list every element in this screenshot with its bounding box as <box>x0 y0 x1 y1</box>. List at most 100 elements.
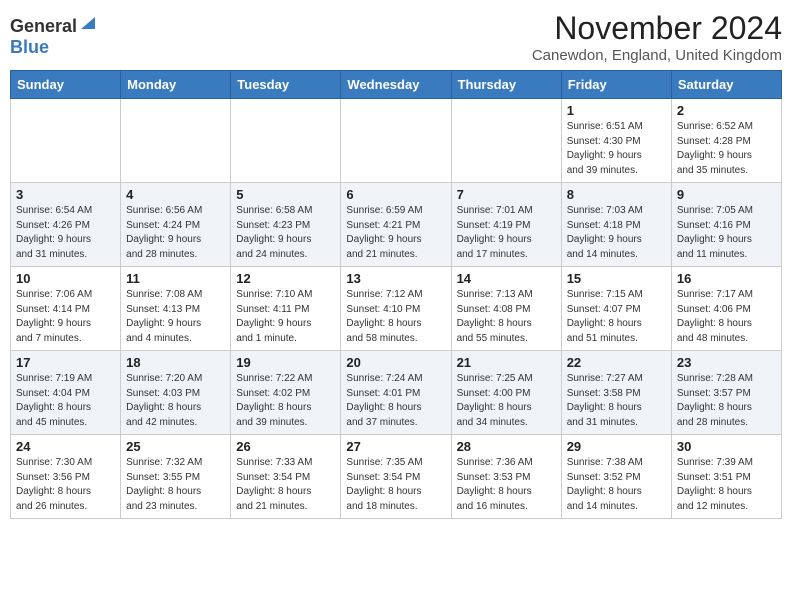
day-number: 12 <box>236 271 335 286</box>
day-info: Sunrise: 7:17 AM Sunset: 4:06 PM Dayligh… <box>677 288 776 346</box>
col-header-sunday: Sunday <box>11 71 121 99</box>
col-header-friday: Friday <box>561 71 671 99</box>
calendar-cell: 20 Sunrise: 7:24 AM Sunset: 4:01 PM Dayli… <box>341 351 451 435</box>
day-info: Sunrise: 7:25 AM Sunset: 4:00 PM Dayligh… <box>457 372 556 430</box>
title-area: November 2024 Canewdon, England, United … <box>532 10 782 64</box>
calendar-cell <box>231 99 341 183</box>
day-info: Sunrise: 7:22 AM Sunset: 4:02 PM Dayligh… <box>236 372 335 430</box>
day-info: Sunrise: 7:12 AM Sunset: 4:10 PM Dayligh… <box>346 288 445 346</box>
day-info: Sunrise: 7:33 AM Sunset: 3:54 PM Dayligh… <box>236 456 335 514</box>
col-header-saturday: Saturday <box>671 71 781 99</box>
day-number: 25 <box>126 439 225 454</box>
day-info: Sunrise: 7:30 AM Sunset: 3:56 PM Dayligh… <box>16 456 115 514</box>
day-number: 16 <box>677 271 776 286</box>
day-number: 15 <box>567 271 666 286</box>
day-info: Sunrise: 7:05 AM Sunset: 4:16 PM Dayligh… <box>677 204 776 262</box>
day-info: Sunrise: 7:35 AM Sunset: 3:54 PM Dayligh… <box>346 456 445 514</box>
day-number: 1 <box>567 103 666 118</box>
day-number: 29 <box>567 439 666 454</box>
calendar-cell: 26 Sunrise: 7:33 AM Sunset: 3:54 PM Dayli… <box>231 435 341 519</box>
day-number: 8 <box>567 187 666 202</box>
day-number: 27 <box>346 439 445 454</box>
day-info: Sunrise: 7:20 AM Sunset: 4:03 PM Dayligh… <box>126 372 225 430</box>
calendar-cell: 30 Sunrise: 7:39 AM Sunset: 3:51 PM Dayli… <box>671 435 781 519</box>
day-info: Sunrise: 7:01 AM Sunset: 4:19 PM Dayligh… <box>457 204 556 262</box>
calendar-cell: 15 Sunrise: 7:15 AM Sunset: 4:07 PM Dayli… <box>561 267 671 351</box>
col-header-tuesday: Tuesday <box>231 71 341 99</box>
calendar-cell: 29 Sunrise: 7:38 AM Sunset: 3:52 PM Dayli… <box>561 435 671 519</box>
day-info: Sunrise: 7:06 AM Sunset: 4:14 PM Dayligh… <box>16 288 115 346</box>
day-info: Sunrise: 7:39 AM Sunset: 3:51 PM Dayligh… <box>677 456 776 514</box>
calendar-cell: 25Sunrise: 7:32 AM Sunset: 3:55 PM Dayli… <box>121 435 231 519</box>
day-number: 26 <box>236 439 335 454</box>
day-number: 6 <box>346 187 445 202</box>
day-number: 4 <box>126 187 225 202</box>
calendar-cell: 23 Sunrise: 7:28 AM Sunset: 3:57 PM Dayli… <box>671 351 781 435</box>
day-number: 18 <box>126 355 225 370</box>
day-number: 14 <box>457 271 556 286</box>
col-header-thursday: Thursday <box>451 71 561 99</box>
title-month: November 2024 <box>532 10 782 47</box>
calendar-table: SundayMondayTuesdayWednesdayThursdayFrid… <box>10 70 782 519</box>
day-number: 7 <box>457 187 556 202</box>
day-number: 19 <box>236 355 335 370</box>
calendar-cell: 8 Sunrise: 7:03 AM Sunset: 4:18 PM Daylig… <box>561 183 671 267</box>
calendar-cell: 10 Sunrise: 7:06 AM Sunset: 4:14 PM Dayli… <box>11 267 121 351</box>
day-number: 9 <box>677 187 776 202</box>
title-location: Canewdon, England, United Kingdom <box>532 47 782 64</box>
logo-general: General <box>10 16 77 37</box>
calendar-cell: 9 Sunrise: 7:05 AM Sunset: 4:16 PM Daylig… <box>671 183 781 267</box>
day-number: 10 <box>16 271 115 286</box>
day-info: Sunrise: 7:10 AM Sunset: 4:11 PM Dayligh… <box>236 288 335 346</box>
calendar-cell: 13Sunrise: 7:12 AM Sunset: 4:10 PM Dayli… <box>341 267 451 351</box>
calendar-cell <box>121 99 231 183</box>
day-number: 20 <box>346 355 445 370</box>
calendar-cell: 28 Sunrise: 7:36 AM Sunset: 3:53 PM Dayli… <box>451 435 561 519</box>
day-info: Sunrise: 6:58 AM Sunset: 4:23 PM Dayligh… <box>236 204 335 262</box>
day-info: Sunrise: 7:27 AM Sunset: 3:58 PM Dayligh… <box>567 372 666 430</box>
page-header: General Blue November 2024 Canewdon, Eng… <box>10 10 782 64</box>
day-number: 28 <box>457 439 556 454</box>
day-number: 24 <box>16 439 115 454</box>
calendar-cell: 18 Sunrise: 7:20 AM Sunset: 4:03 PM Dayli… <box>121 351 231 435</box>
col-header-monday: Monday <box>121 71 231 99</box>
day-info: Sunrise: 7:03 AM Sunset: 4:18 PM Dayligh… <box>567 204 666 262</box>
day-info: Sunrise: 7:38 AM Sunset: 3:52 PM Dayligh… <box>567 456 666 514</box>
day-number: 23 <box>677 355 776 370</box>
day-info: Sunrise: 7:13 AM Sunset: 4:08 PM Dayligh… <box>457 288 556 346</box>
calendar-cell: 3 Sunrise: 6:54 AM Sunset: 4:26 PM Daylig… <box>11 183 121 267</box>
day-number: 21 <box>457 355 556 370</box>
day-info: Sunrise: 7:24 AM Sunset: 4:01 PM Dayligh… <box>346 372 445 430</box>
day-number: 30 <box>677 439 776 454</box>
calendar-cell <box>11 99 121 183</box>
logo: General Blue <box>10 16 97 58</box>
calendar-cell: 19 Sunrise: 7:22 AM Sunset: 4:02 PM Dayli… <box>231 351 341 435</box>
logo-triangle-icon <box>79 13 97 36</box>
calendar-cell: 22 Sunrise: 7:27 AM Sunset: 3:58 PM Dayli… <box>561 351 671 435</box>
calendar-cell <box>341 99 451 183</box>
day-info: Sunrise: 7:15 AM Sunset: 4:07 PM Dayligh… <box>567 288 666 346</box>
day-info: Sunrise: 7:08 AM Sunset: 4:13 PM Dayligh… <box>126 288 225 346</box>
day-info: Sunrise: 6:59 AM Sunset: 4:21 PM Dayligh… <box>346 204 445 262</box>
calendar-cell: 17 Sunrise: 7:19 AM Sunset: 4:04 PM Dayli… <box>11 351 121 435</box>
day-info: Sunrise: 6:51 AM Sunset: 4:30 PM Dayligh… <box>567 120 666 178</box>
day-info: Sunrise: 7:28 AM Sunset: 3:57 PM Dayligh… <box>677 372 776 430</box>
day-info: Sunrise: 6:54 AM Sunset: 4:26 PM Dayligh… <box>16 204 115 262</box>
calendar-cell: 14 Sunrise: 7:13 AM Sunset: 4:08 PM Dayli… <box>451 267 561 351</box>
day-number: 5 <box>236 187 335 202</box>
day-info: Sunrise: 7:36 AM Sunset: 3:53 PM Dayligh… <box>457 456 556 514</box>
calendar-cell <box>451 99 561 183</box>
calendar-cell: 27 Sunrise: 7:35 AM Sunset: 3:54 PM Dayli… <box>341 435 451 519</box>
calendar-cell: 4 Sunrise: 6:56 AM Sunset: 4:24 PM Daylig… <box>121 183 231 267</box>
calendar-cell: 16 Sunrise: 7:17 AM Sunset: 4:06 PM Dayli… <box>671 267 781 351</box>
calendar-cell: 7 Sunrise: 7:01 AM Sunset: 4:19 PM Daylig… <box>451 183 561 267</box>
calendar-cell: 6 Sunrise: 6:59 AM Sunset: 4:21 PM Daylig… <box>341 183 451 267</box>
calendar-cell: 2Sunrise: 6:52 AM Sunset: 4:28 PM Daylig… <box>671 99 781 183</box>
day-info: Sunrise: 7:19 AM Sunset: 4:04 PM Dayligh… <box>16 372 115 430</box>
day-number: 17 <box>16 355 115 370</box>
day-number: 22 <box>567 355 666 370</box>
day-info: Sunrise: 6:56 AM Sunset: 4:24 PM Dayligh… <box>126 204 225 262</box>
day-number: 3 <box>16 187 115 202</box>
calendar-cell: 11Sunrise: 7:08 AM Sunset: 4:13 PM Dayli… <box>121 267 231 351</box>
day-number: 2 <box>677 103 776 118</box>
